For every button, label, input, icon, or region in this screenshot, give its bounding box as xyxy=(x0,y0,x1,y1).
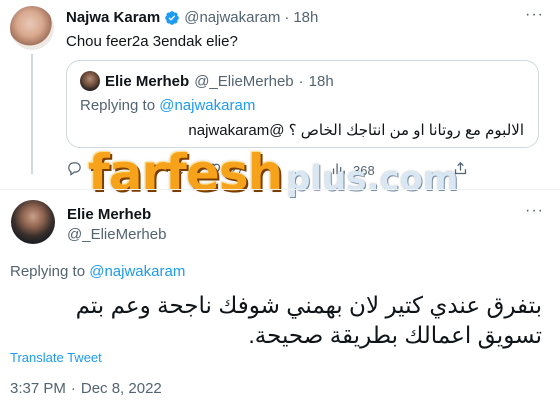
reply-button[interactable] xyxy=(66,160,89,180)
tweet-timestamp[interactable]: 3:37 PM · Dec 8, 2022 xyxy=(10,380,162,397)
replying-to: Replying to @najwakaram xyxy=(80,97,255,114)
tweet-text: Chou feer2a 3endak elie? xyxy=(66,33,238,50)
quoted-tweet-text: الالبوم مع روتانا او من انتاجك الخاص ؟ @… xyxy=(188,122,524,139)
parent-tweet-header: Najwa Karam @najwakaram · 18h xyxy=(66,9,318,26)
quoted-tweet-header: Elie Merheb @_ElieMerheb · 18h xyxy=(80,71,334,91)
avatar[interactable] xyxy=(80,71,100,91)
watermark-main-text: farfesh xyxy=(88,144,283,202)
watermark-logo: farfesh plus.com xyxy=(88,148,458,200)
divider xyxy=(0,189,560,190)
more-icon[interactable]: ··· xyxy=(525,202,544,220)
replying-to: Replying to @najwakaram xyxy=(10,263,185,280)
tweet-text: بتفرق عندي كتير لان بهمني شوفك ناجحة وعم… xyxy=(75,292,542,348)
replying-to-label: Replying to xyxy=(10,263,86,280)
tweet-time[interactable]: 18h xyxy=(293,9,318,26)
translate-tweet-link[interactable]: Translate Tweet xyxy=(10,350,102,365)
avatar[interactable] xyxy=(11,200,55,244)
separator-dot: · xyxy=(70,380,76,397)
replying-to-label: Replying to xyxy=(80,97,156,114)
author-name[interactable]: Elie Merheb xyxy=(67,206,151,223)
author-name[interactable]: Najwa Karam xyxy=(66,9,160,26)
mention-link[interactable]: @najwakaram xyxy=(159,97,255,114)
reply-icon xyxy=(66,160,83,180)
author-handle[interactable]: @_ElieMerheb xyxy=(67,226,166,243)
quoted-tweet[interactable]: Elie Merheb @_ElieMerheb · 18h Replying … xyxy=(66,60,539,148)
tweet-time[interactable]: 18h xyxy=(309,73,334,90)
avatar[interactable] xyxy=(10,6,54,50)
mention-link[interactable]: @najwakaram xyxy=(89,263,185,280)
separator-dot: · xyxy=(298,72,304,90)
tweet-date[interactable]: Dec 8, 2022 xyxy=(81,380,162,397)
watermark-domain-text: plus.com xyxy=(286,159,459,199)
author-handle[interactable]: @najwakaram xyxy=(184,9,280,26)
thread-connector-line xyxy=(31,54,33,174)
author-name[interactable]: Elie Merheb xyxy=(105,73,189,90)
more-icon[interactable]: ··· xyxy=(525,6,544,24)
author-handle[interactable]: @_ElieMerheb xyxy=(194,73,293,90)
separator-dot: · xyxy=(284,9,290,26)
verified-badge-icon xyxy=(164,10,180,26)
tweet-time[interactable]: 3:37 PM xyxy=(10,380,66,397)
